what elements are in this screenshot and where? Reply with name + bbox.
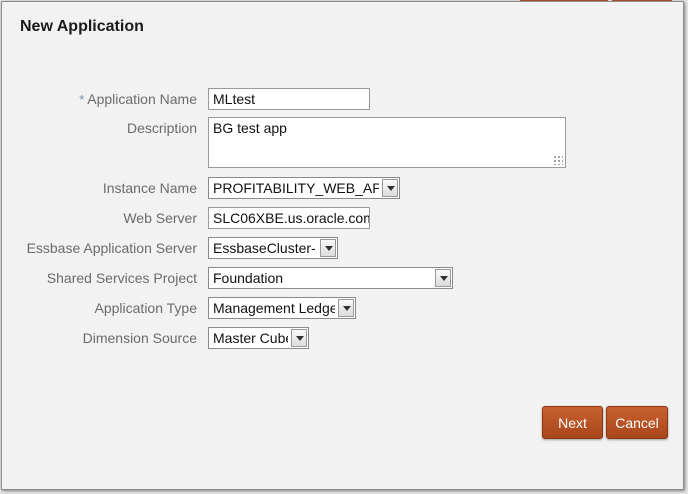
next-button[interactable]: Next bbox=[542, 406, 603, 439]
application-name-label: * Application Name bbox=[79, 91, 197, 107]
essbase-server-value: EssbaseCluster-1 bbox=[213, 240, 317, 256]
description-label: Description bbox=[126, 120, 197, 136]
instance-name-label: Instance Name bbox=[102, 180, 197, 196]
chevron-down-icon[interactable] bbox=[291, 329, 307, 347]
shared-services-project-row: Shared Services Project Foundation bbox=[2, 267, 685, 289]
chevron-down-icon[interactable] bbox=[338, 299, 354, 317]
application-type-label: Application Type bbox=[94, 300, 197, 316]
dimension-source-select[interactable]: Master Cube bbox=[208, 327, 309, 349]
description-textarea[interactable]: BG test app bbox=[208, 117, 566, 168]
dimension-source-value: Master Cube bbox=[213, 330, 288, 346]
application-type-value: Management Ledger bbox=[213, 300, 335, 316]
description-row: Description BG test app bbox=[2, 117, 685, 169]
instance-name-row: Instance Name PROFITABILITY_WEB_APP bbox=[2, 177, 685, 199]
dialog-title: New Application bbox=[20, 18, 144, 35]
cancel-button[interactable]: Cancel bbox=[606, 406, 668, 439]
instance-name-value: PROFITABILITY_WEB_APP bbox=[213, 180, 379, 196]
application-type-select[interactable]: Management Ledger bbox=[208, 297, 356, 319]
chevron-down-icon[interactable] bbox=[382, 179, 398, 197]
web-server-input[interactable]: SLC06XBE.us.oracle.com bbox=[208, 207, 370, 229]
resize-grip-icon[interactable] bbox=[553, 155, 563, 165]
web-server-label: Web Server bbox=[123, 210, 197, 226]
essbase-server-row: Essbase Application Server EssbaseCluste… bbox=[2, 237, 685, 259]
dimension-source-row: Dimension Source Master Cube bbox=[2, 327, 685, 349]
chevron-down-icon[interactable] bbox=[320, 239, 336, 257]
dimension-source-label: Dimension Source bbox=[82, 330, 197, 346]
application-name-input[interactable]: MLtest bbox=[208, 88, 370, 110]
instance-name-select[interactable]: PROFITABILITY_WEB_APP bbox=[208, 177, 400, 199]
new-application-dialog: New Application * Application Name MLtest… bbox=[1, 1, 684, 490]
shared-services-project-select[interactable]: Foundation bbox=[208, 267, 453, 289]
required-marker: * bbox=[79, 92, 85, 107]
web-server-row: Web Server SLC06XBE.us.oracle.com bbox=[2, 207, 685, 229]
shared-services-project-value: Foundation bbox=[213, 270, 284, 286]
shared-services-project-label: Shared Services Project bbox=[46, 270, 197, 286]
application-name-row: * Application Name MLtest bbox=[2, 88, 685, 110]
essbase-server-label: Essbase Application Server bbox=[26, 240, 197, 256]
description-value: BG test app bbox=[213, 120, 287, 136]
essbase-server-select[interactable]: EssbaseCluster-1 bbox=[208, 237, 338, 259]
chevron-down-icon[interactable] bbox=[435, 269, 451, 287]
application-type-row: Application Type Management Ledger bbox=[2, 297, 685, 319]
